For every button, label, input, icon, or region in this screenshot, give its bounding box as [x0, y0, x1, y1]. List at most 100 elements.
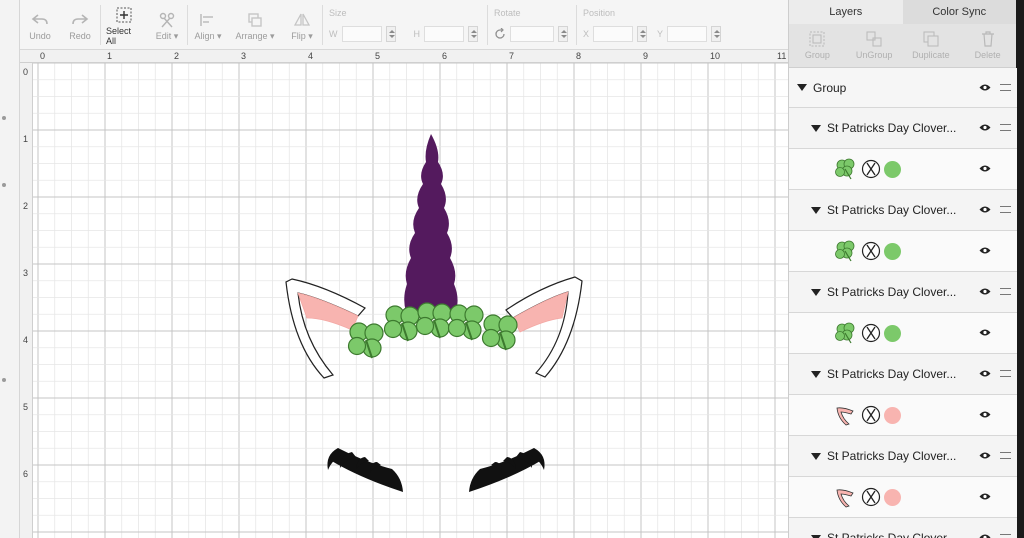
design-space-app: Undo Redo Select All Edit Align	[0, 0, 1017, 538]
eye-icon[interactable]	[979, 328, 991, 337]
undo-button[interactable]: Undo	[20, 0, 60, 50]
ungroup-button[interactable]: UnGroup	[846, 24, 903, 67]
cut-operation-icon[interactable]	[861, 487, 881, 507]
color-swatch[interactable]	[884, 160, 901, 178]
unicorn-design[interactable]	[20, 50, 788, 538]
duplicate-button[interactable]: Duplicate	[903, 24, 960, 67]
caret-down-icon[interactable]	[811, 288, 821, 296]
undo-label: Undo	[29, 31, 51, 41]
eye-icon[interactable]	[979, 410, 991, 419]
cut-operation-icon[interactable]	[861, 323, 881, 343]
caret-down-icon[interactable]	[811, 370, 821, 378]
layer-item-row[interactable]	[789, 477, 1017, 518]
drag-handle-icon[interactable]	[1000, 83, 1011, 91]
drag-handle-icon[interactable]	[1000, 288, 1011, 295]
caret-down-icon[interactable]	[811, 206, 821, 214]
group-icon	[809, 31, 825, 47]
toolstrip-dot[interactable]	[2, 183, 6, 187]
eye-icon[interactable]	[979, 83, 991, 92]
caret-down-icon[interactable]	[797, 84, 807, 91]
clover-shape[interactable]	[383, 305, 420, 342]
color-swatch[interactable]	[884, 324, 901, 342]
eye-icon[interactable]	[979, 164, 991, 173]
arrange-button[interactable]: Arrange	[228, 0, 282, 50]
toolstrip-dot[interactable]	[2, 116, 6, 120]
tab-color-sync[interactable]: Color Sync	[903, 0, 1017, 24]
edit-button[interactable]: Edit	[147, 0, 187, 50]
width-label: W	[329, 29, 338, 39]
left-eyelashes[interactable]	[327, 448, 403, 492]
flip-label: Flip	[291, 31, 313, 42]
design-canvas[interactable]: 0 1 2 3 4 5 6 7 8 9 10 11 0123456	[20, 50, 788, 538]
caret-down-icon[interactable]	[811, 534, 821, 538]
clover-garland[interactable]	[347, 302, 518, 359]
width-field[interactable]	[341, 26, 382, 42]
caret-down-icon[interactable]	[811, 124, 821, 132]
height-stepper[interactable]	[468, 26, 478, 42]
layer-row[interactable]: St Patricks Day Clover...	[789, 272, 1017, 313]
y-stepper[interactable]	[711, 26, 721, 42]
tab-layers[interactable]: Layers	[789, 0, 903, 24]
color-swatch[interactable]	[884, 406, 901, 424]
horn[interactable]	[404, 134, 458, 312]
height-label: H	[413, 29, 421, 39]
select-all-button[interactable]: Select All	[101, 0, 147, 50]
eye-icon[interactable]	[979, 369, 991, 378]
layer-list: Group St Patricks Day Clover... St Patric…	[789, 68, 1017, 538]
eye-icon[interactable]	[979, 205, 991, 214]
eye-icon[interactable]	[979, 533, 991, 538]
position-label: Position	[583, 8, 616, 18]
layer-item-row[interactable]	[789, 313, 1017, 354]
group-button[interactable]: Group	[789, 24, 846, 67]
layer-row[interactable]: St Patricks Day Clover...	[789, 108, 1017, 149]
layer-item-row[interactable]	[789, 395, 1017, 436]
drag-handle-icon[interactable]	[1000, 370, 1011, 377]
layer-item-row[interactable]	[789, 149, 1017, 190]
height-field[interactable]	[424, 26, 464, 42]
drag-handle-icon[interactable]	[1000, 534, 1011, 538]
color-swatch[interactable]	[884, 242, 901, 260]
lock-icon[interactable]	[400, 29, 410, 39]
toolstrip-dot[interactable]	[2, 378, 6, 382]
right-eyelashes[interactable]	[469, 448, 545, 492]
layer-row[interactable]: St Patricks Day Clover...	[789, 518, 1017, 538]
width-stepper[interactable]	[385, 26, 396, 42]
clover-shape[interactable]	[415, 302, 452, 339]
color-swatch[interactable]	[884, 488, 901, 506]
x-field[interactable]	[593, 26, 633, 42]
cut-operation-icon[interactable]	[861, 159, 881, 179]
drag-handle-icon[interactable]	[1000, 452, 1011, 459]
eye-icon[interactable]	[979, 123, 991, 132]
select-all-label: Select All	[106, 26, 132, 46]
cut-operation-icon[interactable]	[861, 241, 881, 261]
layer-row[interactable]: St Patricks Day Clover...	[789, 190, 1017, 231]
flip-button[interactable]: Flip	[282, 0, 322, 50]
drag-handle-icon[interactable]	[1000, 206, 1011, 213]
undo-icon	[30, 9, 50, 31]
layer-group-row[interactable]: Group	[789, 68, 1017, 108]
align-button[interactable]: Align	[188, 0, 228, 50]
clover-shape[interactable]	[481, 314, 518, 351]
layer-item-row[interactable]	[789, 231, 1017, 272]
group-label: Group	[804, 50, 830, 60]
x-stepper[interactable]	[637, 26, 647, 42]
clover-shape[interactable]	[447, 304, 484, 341]
drag-handle-icon[interactable]	[1000, 124, 1011, 131]
position-group: Position X Y	[577, 0, 727, 50]
layer-row[interactable]: St Patricks Day Clover...	[789, 436, 1017, 477]
eye-icon[interactable]	[979, 451, 991, 460]
caret-down-icon[interactable]	[811, 452, 821, 460]
rotate-field[interactable]	[510, 26, 554, 42]
eye-icon[interactable]	[979, 492, 991, 501]
redo-button[interactable]: Redo	[60, 0, 100, 50]
rotate-stepper[interactable]	[558, 26, 568, 42]
clover-shape[interactable]	[347, 322, 384, 359]
eye-icon[interactable]	[979, 246, 991, 255]
clover-thumbnail	[835, 322, 855, 344]
y-field[interactable]	[667, 26, 707, 42]
delete-button[interactable]: Delete	[959, 24, 1016, 67]
right-ear[interactable]	[505, 276, 583, 378]
cut-operation-icon[interactable]	[861, 405, 881, 425]
layer-row[interactable]: St Patricks Day Clover...	[789, 354, 1017, 395]
eye-icon[interactable]	[979, 287, 991, 296]
